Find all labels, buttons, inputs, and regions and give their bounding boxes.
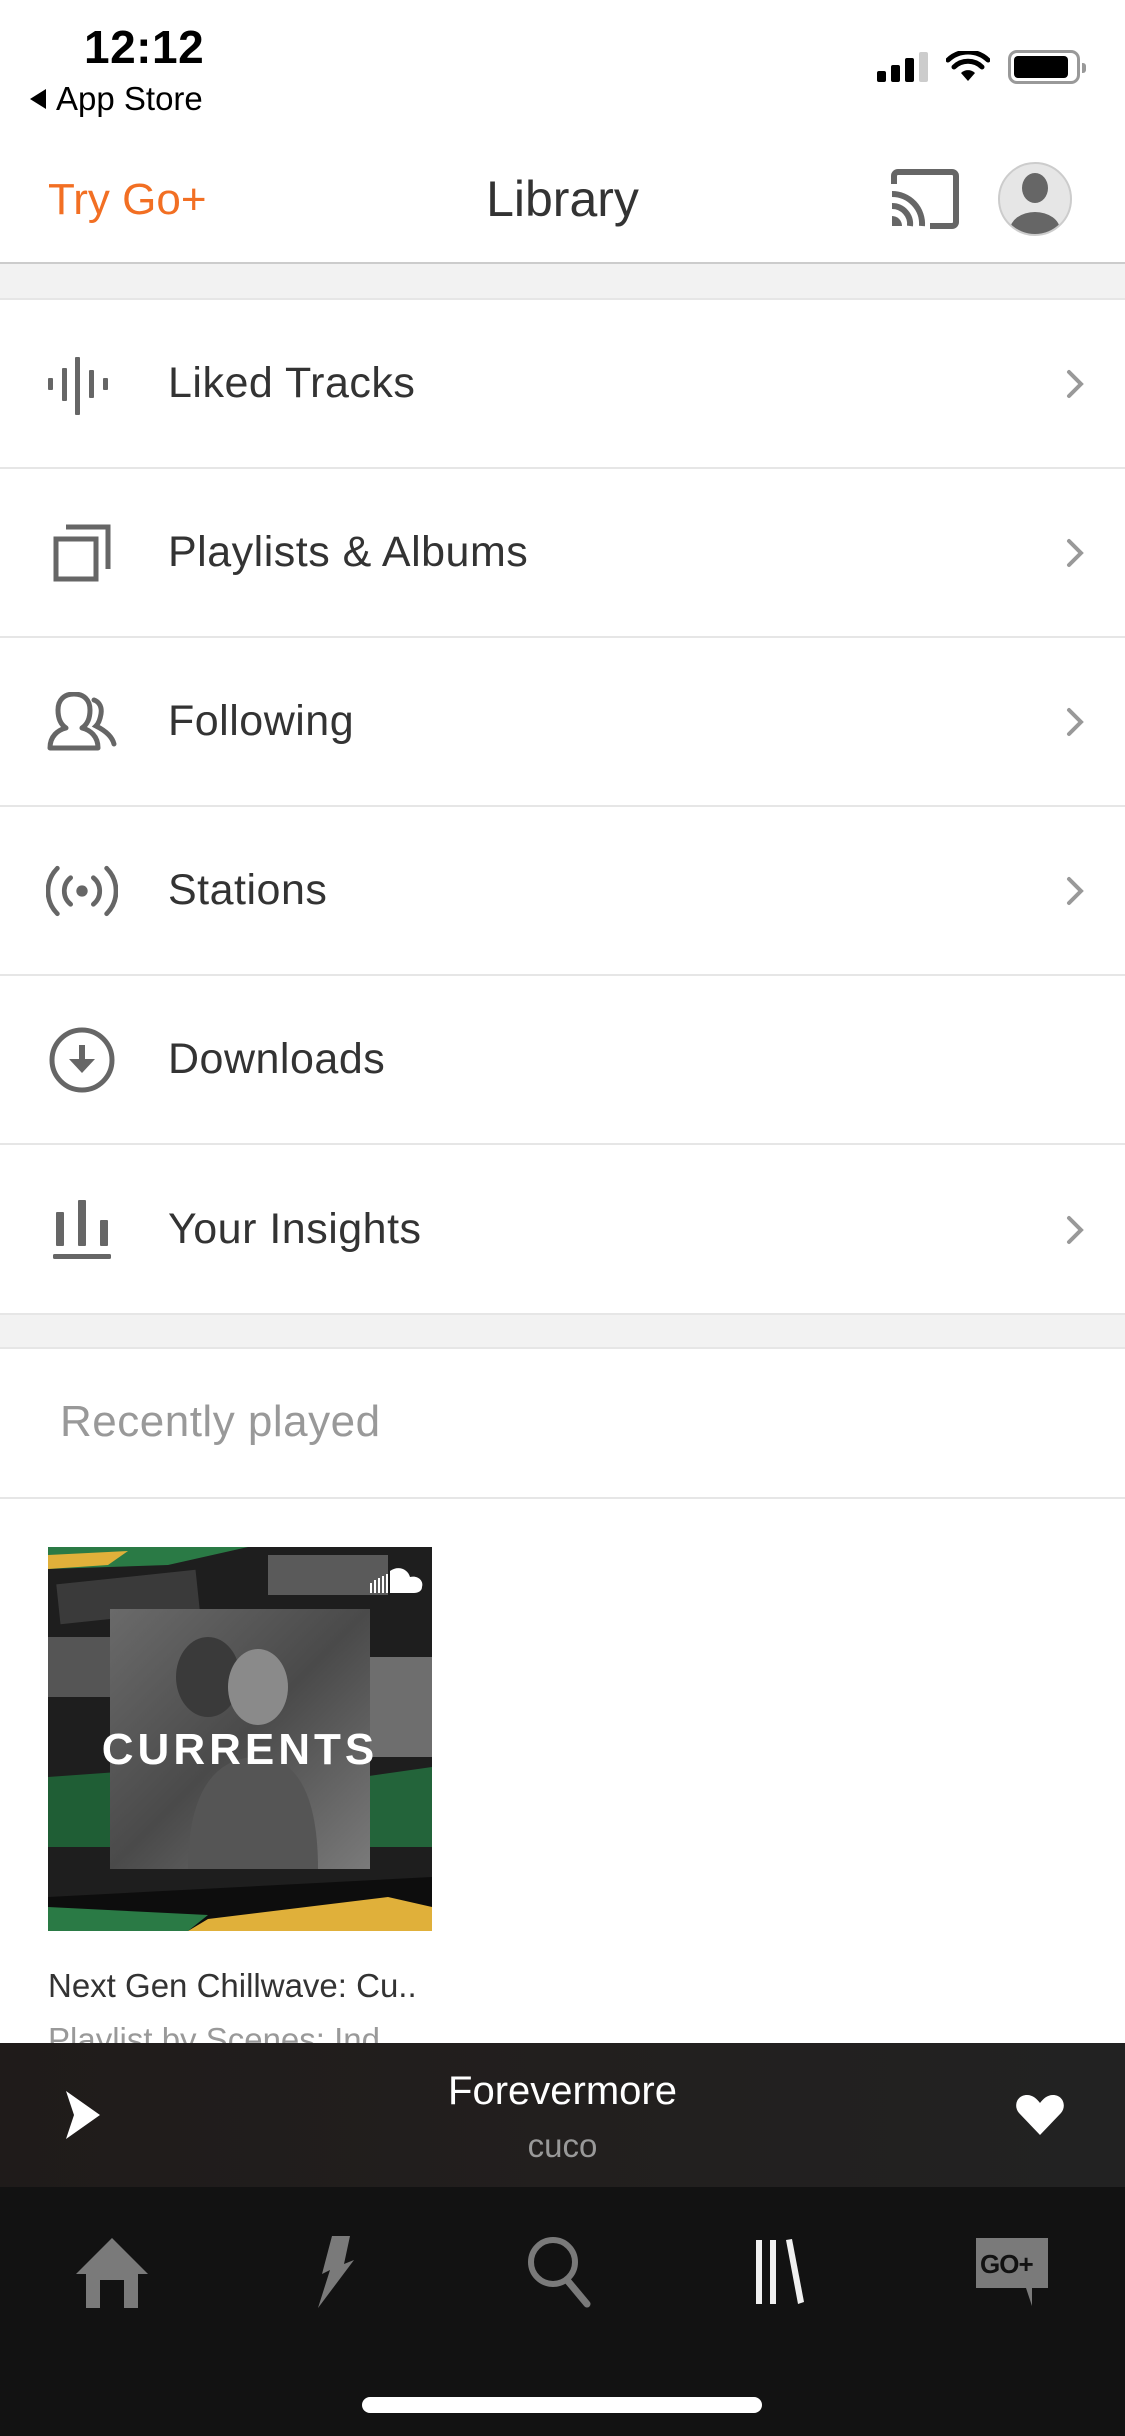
chevron-right-icon [1067, 876, 1084, 905]
heart-icon[interactable] [1015, 2093, 1065, 2135]
people-icon [46, 686, 118, 758]
library-icon [756, 2239, 804, 2304]
section-spacer [0, 1313, 1125, 1349]
chevron-right-icon [1067, 707, 1084, 736]
back-triangle-icon [30, 89, 46, 109]
menu-label: Liked Tracks [168, 359, 416, 407]
status-icons [877, 50, 1086, 84]
tab-go-plus[interactable]: GO+ [962, 2227, 1062, 2317]
menu-label: Following [168, 697, 355, 745]
tab-home[interactable] [62, 2227, 162, 2317]
chevron-right-icon [1067, 1215, 1084, 1244]
status-bar: 12:12 App Store [0, 0, 1125, 140]
status-time: 12:12 [84, 21, 205, 73]
bar-chart-icon [46, 1194, 118, 1266]
menu-label: Playlists & Albums [168, 528, 529, 576]
back-to-app-store[interactable]: App Store [30, 80, 203, 118]
tab-library[interactable] [736, 2227, 836, 2317]
cellular-signal-icon [877, 52, 928, 82]
section-title: Recently played [60, 1397, 381, 1446]
recent-playlist-card[interactable]: CURRENTS Next Gen Chillwave: Cu.. Playli… [48, 1547, 432, 2059]
cast-button[interactable] [890, 168, 962, 230]
user-avatar-icon [1010, 173, 1060, 234]
back-label: App Store [56, 80, 203, 117]
menu-item-downloads[interactable]: Downloads [0, 976, 1125, 1145]
menu-label: Stations [168, 866, 328, 914]
home-icon [76, 2238, 148, 2308]
now-playing-artist: cuco [527, 2127, 598, 2164]
mini-player[interactable]: Forevermore cuco [0, 2043, 1125, 2187]
artwork-title: CURRENTS [101, 1725, 379, 1774]
home-indicator[interactable] [362, 2397, 762, 2413]
recently-played-header: Recently played [0, 1349, 1125, 1499]
playlist-name: Next Gen Chillwave: Cu.. [48, 1967, 417, 2004]
stacked-squares-icon [46, 517, 118, 589]
battery-icon [1008, 50, 1086, 84]
lightning-icon [318, 2236, 354, 2308]
menu-item-stations[interactable]: Stations [0, 807, 1125, 976]
menu-item-playlists-albums[interactable]: Playlists & Albums [0, 469, 1125, 638]
search-icon [528, 2237, 591, 2308]
menu-label: Downloads [168, 1035, 386, 1083]
menu-label: Your Insights [168, 1205, 422, 1253]
menu-item-liked-tracks[interactable]: Liked Tracks [0, 300, 1125, 469]
playlist-artwork: CURRENTS [48, 1547, 432, 1931]
cast-icon [891, 169, 959, 229]
menu-item-following[interactable]: Following [0, 638, 1125, 807]
profile-avatar-button[interactable] [998, 162, 1072, 236]
go-plus-badge-text: GO+ [980, 2249, 1034, 2279]
tab-search[interactable] [512, 2227, 612, 2317]
now-playing-title: Forevermore [448, 2069, 677, 2113]
library-menu: Liked Tracks Playlists & Albums Followin… [0, 300, 1125, 1314]
chevron-right-icon [1067, 538, 1084, 567]
waveform-icon [46, 348, 118, 420]
download-icon [46, 1024, 118, 1096]
nav-header: Try Go+ Library [0, 140, 1125, 262]
wifi-icon [946, 51, 990, 81]
chevron-right-icon [1067, 369, 1084, 398]
tab-stream[interactable] [286, 2227, 386, 2317]
section-spacer [0, 264, 1125, 300]
broadcast-icon [46, 855, 118, 927]
menu-item-your-insights[interactable]: Your Insights [0, 1145, 1125, 1314]
